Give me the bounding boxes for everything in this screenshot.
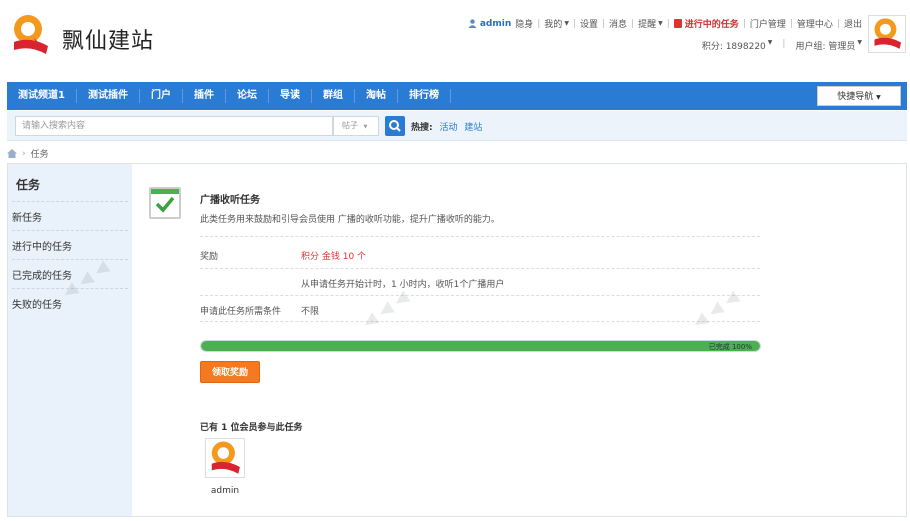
usergroup-menu[interactable]: 用户组: 管理员 bbox=[795, 39, 855, 52]
logo-mark-icon bbox=[8, 12, 52, 58]
breadcrumb: › 任务 bbox=[7, 147, 49, 160]
reward-label: 奖励 bbox=[200, 252, 219, 262]
nav-item-collection[interactable]: 淘帖 bbox=[355, 89, 398, 103]
nav-item-guide[interactable]: 导读 bbox=[269, 89, 312, 103]
logout-link[interactable]: 退出 bbox=[844, 17, 862, 30]
top-links: admin 隐身 | 我的 ▼ | 设置 | 消息 | 提醒 ▼ | 进行中的任务 … bbox=[468, 17, 862, 30]
task-progress-bar: 已完成 100% bbox=[200, 340, 761, 352]
username-link[interactable]: admin bbox=[480, 19, 511, 29]
user-icon bbox=[468, 19, 477, 28]
task-icon bbox=[673, 19, 682, 28]
chevron-down-icon: ▼ bbox=[876, 94, 881, 101]
divider bbox=[200, 321, 760, 322]
messages-link[interactable]: 消息 bbox=[609, 17, 627, 30]
breadcrumb-current: 任务 bbox=[30, 150, 49, 160]
search-bar: 请输入搜索内容 帖子 ▼ 热搜: 活动 建站 bbox=[7, 111, 907, 141]
remind-menu[interactable]: 提醒 bbox=[638, 17, 656, 30]
quick-nav-button[interactable]: 快捷导航 ▼ bbox=[817, 86, 901, 106]
sidebar-title: 任务 bbox=[12, 164, 128, 202]
condition-row: 从申请任务开始计时，1 小时内，收听1个广播用户 bbox=[200, 268, 760, 295]
member-avatar[interactable] bbox=[205, 438, 245, 478]
task-content: 广播收听任务 此类任务用来鼓励和引导会员使用 广播的收听功能，提升广播收听的能力… bbox=[132, 164, 906, 516]
admin-center-link[interactable]: 管理中心 bbox=[797, 17, 833, 30]
search-input[interactable]: 请输入搜索内容 bbox=[15, 116, 333, 136]
search-type-label: 帖子 bbox=[342, 121, 358, 130]
nav-item-test-channel[interactable]: 测试频道1 bbox=[7, 89, 77, 103]
task-progress-fill bbox=[201, 341, 760, 351]
main-nav: 测试频道1 测试插件 门户 插件 论坛 导读 群组 淘帖 排行榜 快捷导航 ▼ bbox=[7, 82, 907, 110]
reward-value: 积分 金钱 10 个 bbox=[301, 252, 367, 262]
member-avatar-logo-icon bbox=[211, 441, 240, 474]
sidebar-item-new-tasks[interactable]: 新任务 bbox=[12, 202, 128, 231]
sidebar-item-failed-tasks[interactable]: 失败的任务 bbox=[12, 289, 128, 317]
task-progress-label: 已完成 100% bbox=[708, 343, 752, 351]
site-name: 飘仙建站 bbox=[62, 29, 155, 54]
sidebar-item-completed-tasks[interactable]: 已完成的任务 bbox=[12, 260, 128, 289]
chevron-down-icon: ▼ bbox=[857, 39, 862, 46]
requirement-label: 申请此任务所需条件 bbox=[200, 307, 282, 317]
search-icon bbox=[389, 120, 401, 132]
chevron-down-icon: ▼ bbox=[363, 124, 368, 130]
sidebar-item-ongoing-tasks[interactable]: 进行中的任务 bbox=[12, 231, 128, 260]
sidebar: 任务 新任务 进行中的任务 已完成的任务 失败的任务 bbox=[8, 164, 132, 516]
quick-nav-label: 快捷导航 bbox=[837, 92, 874, 102]
chevron-down-icon: ▼ bbox=[564, 20, 569, 27]
breadcrumb-separator: › bbox=[22, 148, 26, 159]
search-button[interactable] bbox=[385, 116, 405, 136]
hot-search-item[interactable]: 建站 bbox=[464, 123, 482, 133]
ongoing-tasks-link[interactable]: 进行中的任务 bbox=[685, 17, 739, 30]
hot-search-label: 热搜: bbox=[411, 123, 433, 133]
requirement-value: 不限 bbox=[301, 307, 320, 317]
task-checkbox-icon bbox=[149, 187, 181, 219]
home-icon[interactable] bbox=[7, 149, 17, 158]
nav-item-group[interactable]: 群组 bbox=[312, 89, 355, 103]
hot-search-item[interactable]: 活动 bbox=[439, 123, 457, 133]
invisible-toggle[interactable]: 隐身 bbox=[515, 17, 533, 30]
site-logo[interactable]: 飘仙建站 bbox=[8, 12, 154, 58]
search-type-select[interactable]: 帖子 ▼ bbox=[333, 116, 379, 136]
user-subinfo: 积分: 1898220 ▼ | 用户组: 管理员 ▼ bbox=[701, 39, 862, 52]
header: 飘仙建站 admin 隐身 | 我的 ▼ | 设置 | 消息 | 提醒 ▼ | 进行… bbox=[0, 0, 910, 82]
main-panel: 任务 新任务 进行中的任务 已完成的任务 失败的任务 广播收听任务 此类任务用来… bbox=[7, 163, 907, 517]
credits-menu[interactable]: 积分: 1898220 bbox=[702, 39, 766, 52]
requirement-row: 申请此任务所需条件 不限 bbox=[200, 295, 760, 321]
avatar-logo-icon bbox=[874, 18, 902, 49]
members-title: 已有 1 位会员参与此任务 bbox=[200, 423, 303, 433]
chevron-down-icon: ▼ bbox=[658, 20, 663, 27]
mine-menu[interactable]: 我的 bbox=[544, 17, 562, 30]
portal-manage-link[interactable]: 门户管理 bbox=[750, 17, 786, 30]
condition-text: 从申请任务开始计时，1 小时内，收听1个广播用户 bbox=[301, 280, 505, 290]
nav-item-plugin[interactable]: 插件 bbox=[183, 89, 226, 103]
nav-item-test-plugin[interactable]: 测试插件 bbox=[77, 89, 140, 103]
task-title: 广播收听任务 bbox=[200, 195, 260, 206]
avatar[interactable] bbox=[868, 15, 906, 53]
settings-link[interactable]: 设置 bbox=[580, 17, 598, 30]
hot-search: 热搜: 活动 建站 bbox=[411, 120, 482, 133]
member-name[interactable]: admin bbox=[205, 486, 245, 496]
nav-item-ranking[interactable]: 排行榜 bbox=[398, 89, 451, 103]
claim-reward-button[interactable]: 领取奖励 bbox=[200, 361, 260, 383]
task-description: 此类任务用来鼓励和引导会员使用 广播的收听功能，提升广播收听的能力。 bbox=[200, 215, 500, 225]
chevron-down-icon: ▼ bbox=[767, 39, 773, 46]
nav-item-portal[interactable]: 门户 bbox=[140, 89, 183, 103]
nav-item-forum[interactable]: 论坛 bbox=[226, 89, 269, 103]
reward-row: 奖励 积分 金钱 10 个 bbox=[200, 236, 760, 268]
